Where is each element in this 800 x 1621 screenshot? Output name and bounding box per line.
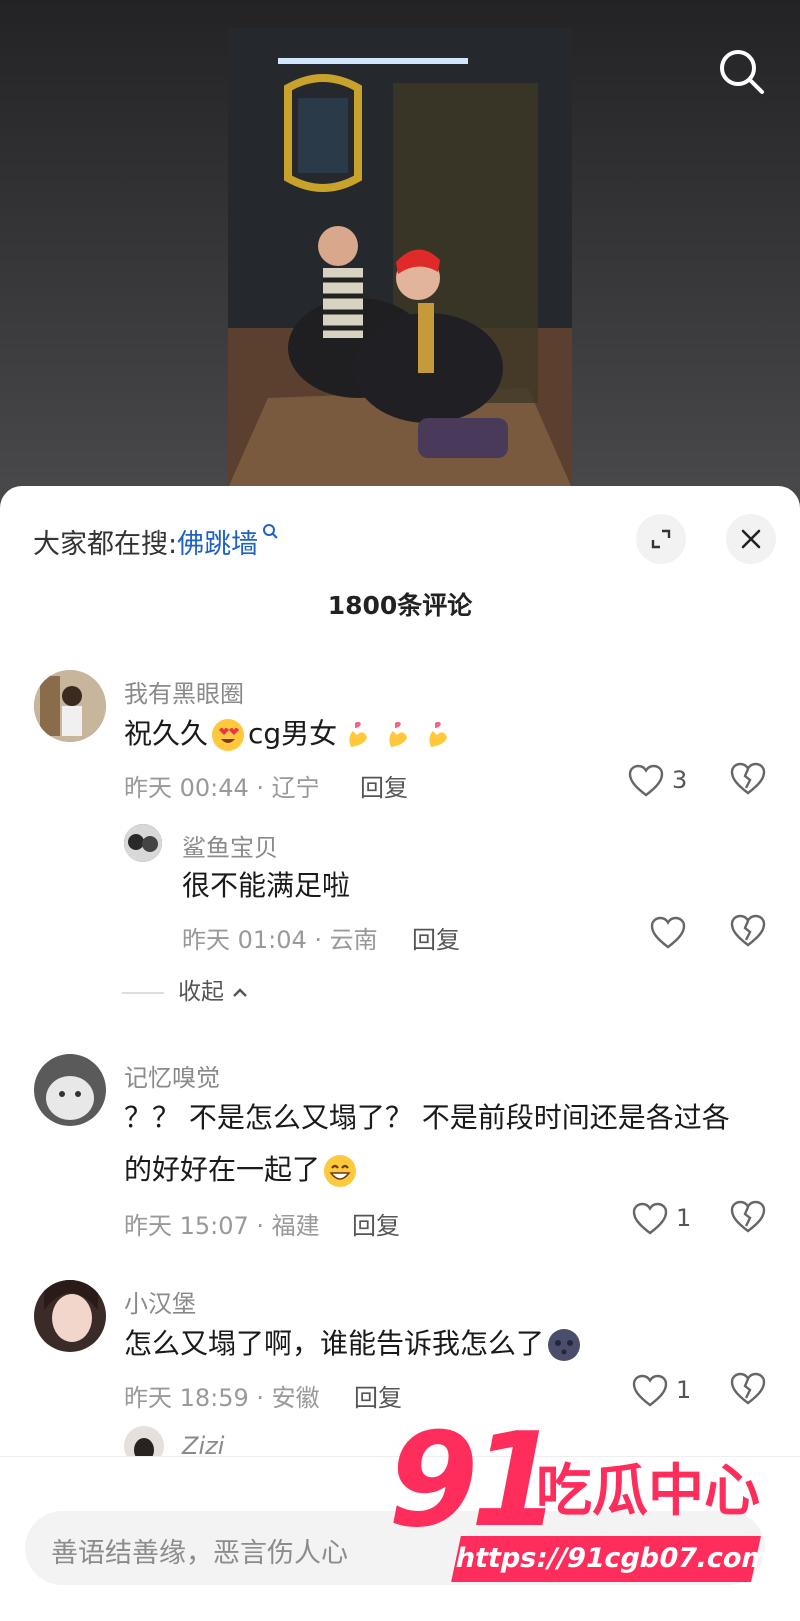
comment-time-location: 昨天 00:44 · 辽宁 <box>124 774 320 802</box>
comment-input-placeholder: 善语结善缘，恶言伤人心 <box>51 1538 348 1569</box>
heart-icon <box>632 1374 668 1407</box>
avatar-image <box>34 1054 106 1126</box>
comment-time-location: 昨天 15:07 · 福建 <box>124 1212 320 1240</box>
reply-button[interactable]: 回复 <box>412 920 460 955</box>
moon-face-emoji-icon <box>548 1329 581 1361</box>
avatar-image <box>34 1280 106 1352</box>
watermark-url: https://91cgb07.com <box>451 1536 773 1582</box>
heart-icon <box>650 916 686 949</box>
comment-time-location: 昨天 18:59 · 安徽 <box>124 1384 320 1412</box>
comment-username[interactable]: 记忆嗅觉 <box>124 1058 220 1093</box>
comment-text: 很不能满足啦 <box>182 869 351 902</box>
close-icon <box>741 529 761 549</box>
finger-heart-icon <box>389 721 408 747</box>
heart-eyes-emoji-icon <box>212 719 245 751</box>
avatar[interactable] <box>34 1054 106 1126</box>
avatar[interactable] <box>34 1280 106 1352</box>
dislike-button[interactable] <box>730 1372 770 1412</box>
broken-heart-icon <box>730 762 766 795</box>
keyword-search-icon <box>263 524 278 539</box>
like-count: 1 <box>676 1376 692 1404</box>
comment-text: 祝久久 cg男女 <box>124 708 457 760</box>
comment-username[interactable]: 鲨鱼宝贝 <box>182 828 278 863</box>
reply-button[interactable]: 回复 <box>352 1206 400 1241</box>
comment-count: 1800条评论 <box>327 591 473 620</box>
avatar[interactable] <box>34 670 106 742</box>
broken-heart-icon <box>730 914 766 947</box>
like-button[interactable]: 1 <box>632 1372 698 1412</box>
avatar-image <box>124 824 162 862</box>
dislike-button[interactable] <box>730 1200 770 1240</box>
comment-text: ？？ 不是怎么又塌了？ 不是前段时间还是各过各的好好在一起了 <box>124 1092 754 1196</box>
like-button[interactable] <box>650 914 690 954</box>
comment-username[interactable]: 我有黑眼圈 <box>124 674 244 709</box>
like-count: 1 <box>676 1204 692 1232</box>
trending-keyword[interactable]: 佛跳墙 <box>177 529 258 560</box>
photo-image <box>228 28 572 488</box>
comment-username[interactable]: 小汉堡 <box>124 1284 196 1319</box>
comment-text-part: cg男女 <box>248 717 338 750</box>
like-button[interactable]: 3 <box>628 762 698 802</box>
grin-emoji-icon <box>324 1155 357 1187</box>
divider <box>122 991 164 994</box>
chevron-up-icon <box>233 987 248 997</box>
trending-prefix: 大家都在搜: <box>33 529 178 560</box>
collapse-replies-button[interactable]: 收起 <box>122 972 249 1006</box>
broken-heart-icon <box>730 1372 766 1405</box>
avatar[interactable] <box>124 824 162 862</box>
search-icon <box>720 50 764 94</box>
watermark: 91 吃瓜中心 https://91cgb07.com <box>388 1404 773 1600</box>
expand-icon <box>651 529 671 549</box>
reply-button[interactable]: 回复 <box>360 768 408 803</box>
search-button[interactable] <box>712 42 772 102</box>
finger-heart-icon <box>429 721 448 747</box>
trending-search[interactable]: 大家都在搜:佛跳墙 <box>33 522 282 561</box>
close-button[interactable] <box>726 514 776 564</box>
like-button[interactable]: 1 <box>632 1200 698 1240</box>
finger-heart-icon <box>349 721 368 747</box>
dislike-button[interactable] <box>730 762 770 802</box>
comment-text-part: 怎么又塌了啊，谁能告诉我怎么了 <box>124 1327 545 1360</box>
heart-icon <box>628 764 664 797</box>
broken-heart-icon <box>730 1200 766 1233</box>
expand-button[interactable] <box>636 514 686 564</box>
comment-text: 怎么又塌了啊，谁能告诉我怎么了 <box>124 1318 584 1370</box>
watermark-name: 吃瓜中心 <box>536 1459 760 1524</box>
comment-time-location: 昨天 01:04 · 云南 <box>182 926 378 954</box>
dislike-button[interactable] <box>730 914 770 954</box>
heart-icon <box>632 1202 668 1235</box>
collapse-label: 收起 <box>178 979 224 1005</box>
post-photo[interactable] <box>228 28 572 488</box>
comment-text-part: ？？ 不是怎么又塌了？ 不是前段时间还是各过各的好好在一起了 <box>124 1101 730 1186</box>
comment-text-part: 祝久久 <box>124 717 209 750</box>
like-count: 3 <box>672 766 688 794</box>
watermark-number: 91 <box>388 1404 561 1556</box>
avatar-image <box>34 670 106 742</box>
